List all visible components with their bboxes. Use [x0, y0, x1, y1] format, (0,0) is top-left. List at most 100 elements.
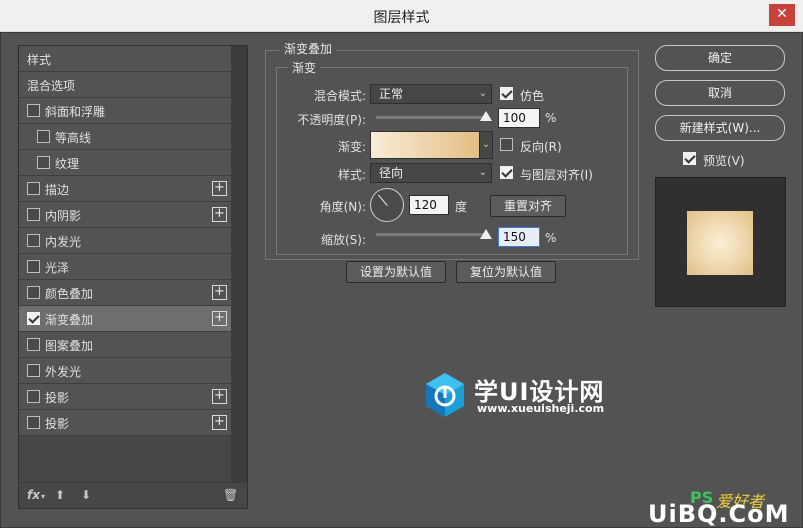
opacity-label: 不透明度(P): — [297, 113, 366, 127]
opacity-slider-track[interactable] — [376, 116, 486, 119]
angle-dial-hand — [378, 194, 388, 206]
style-checkbox[interactable] — [27, 104, 40, 117]
style-checkbox[interactable] — [27, 260, 40, 273]
add-effect-icon[interactable]: + — [212, 389, 227, 404]
align-with-layer-label: 与图层对齐(I) — [520, 168, 593, 182]
list-bottom-bar: fx ▾ ⬆ ⬇ 🗑 — [19, 482, 247, 508]
style-list: 样式 混合选项 斜面和浮雕 等高线 纹理 描边 + 内阴影 + 内发光 光泽 颜色叠加 + 渐变叠加 + 图案… — [19, 46, 231, 436]
style-list-item[interactable]: 混合选项 — [19, 72, 231, 98]
angle-unit: 度 — [455, 200, 468, 214]
preview-checkbox[interactable] — [683, 152, 696, 165]
style-checkbox[interactable] — [27, 390, 40, 403]
preview-thumbnail — [655, 177, 786, 307]
reset-default-button[interactable]: 复位为默认值 — [456, 261, 556, 283]
style-value: 径向 — [379, 166, 404, 180]
style-list-item-label: 混合选项 — [27, 79, 76, 93]
reverse-label: 反向(R) — [520, 140, 562, 154]
style-checkbox[interactable] — [27, 416, 40, 429]
reset-alignment-button[interactable]: 重置对齐 — [490, 195, 566, 217]
style-checkbox[interactable] — [37, 156, 50, 169]
chevron-down-icon: ⌄ — [478, 88, 487, 99]
ok-button[interactable]: 确定 — [655, 45, 785, 71]
opacity-slider-thumb[interactable] — [480, 111, 492, 121]
style-list-item[interactable]: 内发光 — [19, 228, 231, 254]
close-icon[interactable]: ✕ — [769, 4, 795, 26]
angle-label: 角度(N): — [319, 200, 366, 214]
style-label: 样式: — [337, 168, 366, 182]
chevron-down-icon: ⌄ — [481, 139, 491, 150]
opacity-unit: % — [545, 111, 557, 125]
cancel-button[interactable]: 取消 — [655, 80, 785, 106]
dither-label: 仿色 — [520, 89, 545, 103]
style-list-item-label: 光泽 — [45, 261, 70, 275]
style-list-item[interactable]: 光泽 — [19, 254, 231, 280]
reverse-checkbox[interactable] — [500, 138, 513, 151]
blend-mode-select[interactable]: 正常 ⌄ — [370, 84, 492, 104]
gradient-swatch[interactable] — [370, 131, 482, 159]
add-effect-icon[interactable]: + — [212, 415, 227, 430]
preview-label: 预览(V) — [703, 154, 745, 168]
add-effect-icon[interactable]: + — [212, 285, 227, 300]
add-effect-icon[interactable]: + — [212, 207, 227, 222]
trash-icon[interactable]: 🗑 — [223, 488, 238, 502]
style-checkbox[interactable] — [27, 312, 40, 325]
style-list-item[interactable]: 外发光 — [19, 358, 231, 384]
align-with-layer-checkbox[interactable] — [500, 166, 513, 179]
add-effect-icon[interactable]: + — [212, 311, 227, 326]
watermark-corner: PS 爱好者 UiBQ.CoM — [648, 488, 803, 528]
angle-input[interactable]: 120 — [409, 195, 449, 215]
style-list-item-label: 内阴影 — [45, 209, 82, 223]
style-checkbox[interactable] — [27, 364, 40, 377]
set-default-button[interactable]: 设置为默认值 — [346, 261, 446, 283]
new-style-button[interactable]: 新建样式(W)... — [655, 115, 785, 141]
add-effect-icon[interactable]: + — [212, 181, 227, 196]
gradient-picker-arrow[interactable]: ⌄ — [479, 131, 493, 159]
style-checkbox[interactable] — [37, 130, 50, 143]
style-checkbox[interactable] — [27, 338, 40, 351]
style-list-item-label: 颜色叠加 — [45, 287, 94, 301]
gradient-legend: 渐变 — [288, 59, 321, 76]
scale-input[interactable]: 150 — [498, 227, 540, 247]
angle-dial[interactable] — [370, 188, 404, 222]
gradient-overlay-legend: 渐变叠加 — [280, 40, 337, 57]
style-list-item[interactable]: 投影 + — [19, 384, 231, 410]
style-list-item[interactable]: 图案叠加 — [19, 332, 231, 358]
blend-mode-value: 正常 — [379, 87, 404, 101]
style-list-item[interactable]: 内阴影 + — [19, 202, 231, 228]
preview-swatch — [687, 211, 753, 275]
scale-slider-track[interactable] — [376, 233, 486, 236]
style-list-item-label: 样式 — [27, 53, 52, 67]
scale-slider-thumb[interactable] — [480, 229, 492, 239]
style-select[interactable]: 径向 ⌄ — [370, 163, 492, 183]
blend-mode-label: 混合模式: — [313, 89, 366, 103]
chevron-down-icon: ⌄ — [478, 167, 487, 178]
scale-label: 缩放(S): — [320, 233, 366, 247]
move-up-icon[interactable]: ⬆ — [55, 488, 65, 502]
dither-checkbox[interactable] — [500, 87, 513, 100]
title-bar: 图层样式 ✕ — [0, 0, 803, 32]
scrollbar[interactable] — [231, 46, 247, 482]
style-list-item[interactable]: 等高线 — [19, 124, 231, 150]
move-down-icon[interactable]: ⬇ — [81, 488, 91, 502]
style-list-item[interactable]: 斜面和浮雕 — [19, 98, 231, 124]
style-list-item-label: 投影 — [45, 417, 70, 431]
fx-icon[interactable]: fx — [27, 488, 40, 502]
style-checkbox[interactable] — [27, 234, 40, 247]
style-list-item-label: 描边 — [45, 183, 70, 197]
watermark-logo-icon — [426, 373, 464, 417]
style-list-item[interactable]: 样式 — [19, 46, 231, 72]
style-list-item[interactable]: 颜色叠加 + — [19, 280, 231, 306]
style-list-item[interactable]: 渐变叠加 + — [19, 306, 231, 332]
window-title: 图层样式 — [373, 10, 430, 26]
style-list-item[interactable]: 描边 + — [19, 176, 231, 202]
fx-caret-icon[interactable]: ▾ — [41, 492, 45, 501]
style-checkbox[interactable] — [27, 208, 40, 221]
watermark-url: www.xueuisheji.com — [477, 402, 605, 415]
style-list-item-label: 内发光 — [45, 235, 82, 249]
style-checkbox[interactable] — [27, 182, 40, 195]
style-list-item-label: 外发光 — [45, 365, 82, 379]
style-list-item[interactable]: 纹理 — [19, 150, 231, 176]
style-list-item[interactable]: 投影 + — [19, 410, 231, 436]
style-checkbox[interactable] — [27, 286, 40, 299]
opacity-input[interactable]: 100 — [498, 108, 540, 128]
